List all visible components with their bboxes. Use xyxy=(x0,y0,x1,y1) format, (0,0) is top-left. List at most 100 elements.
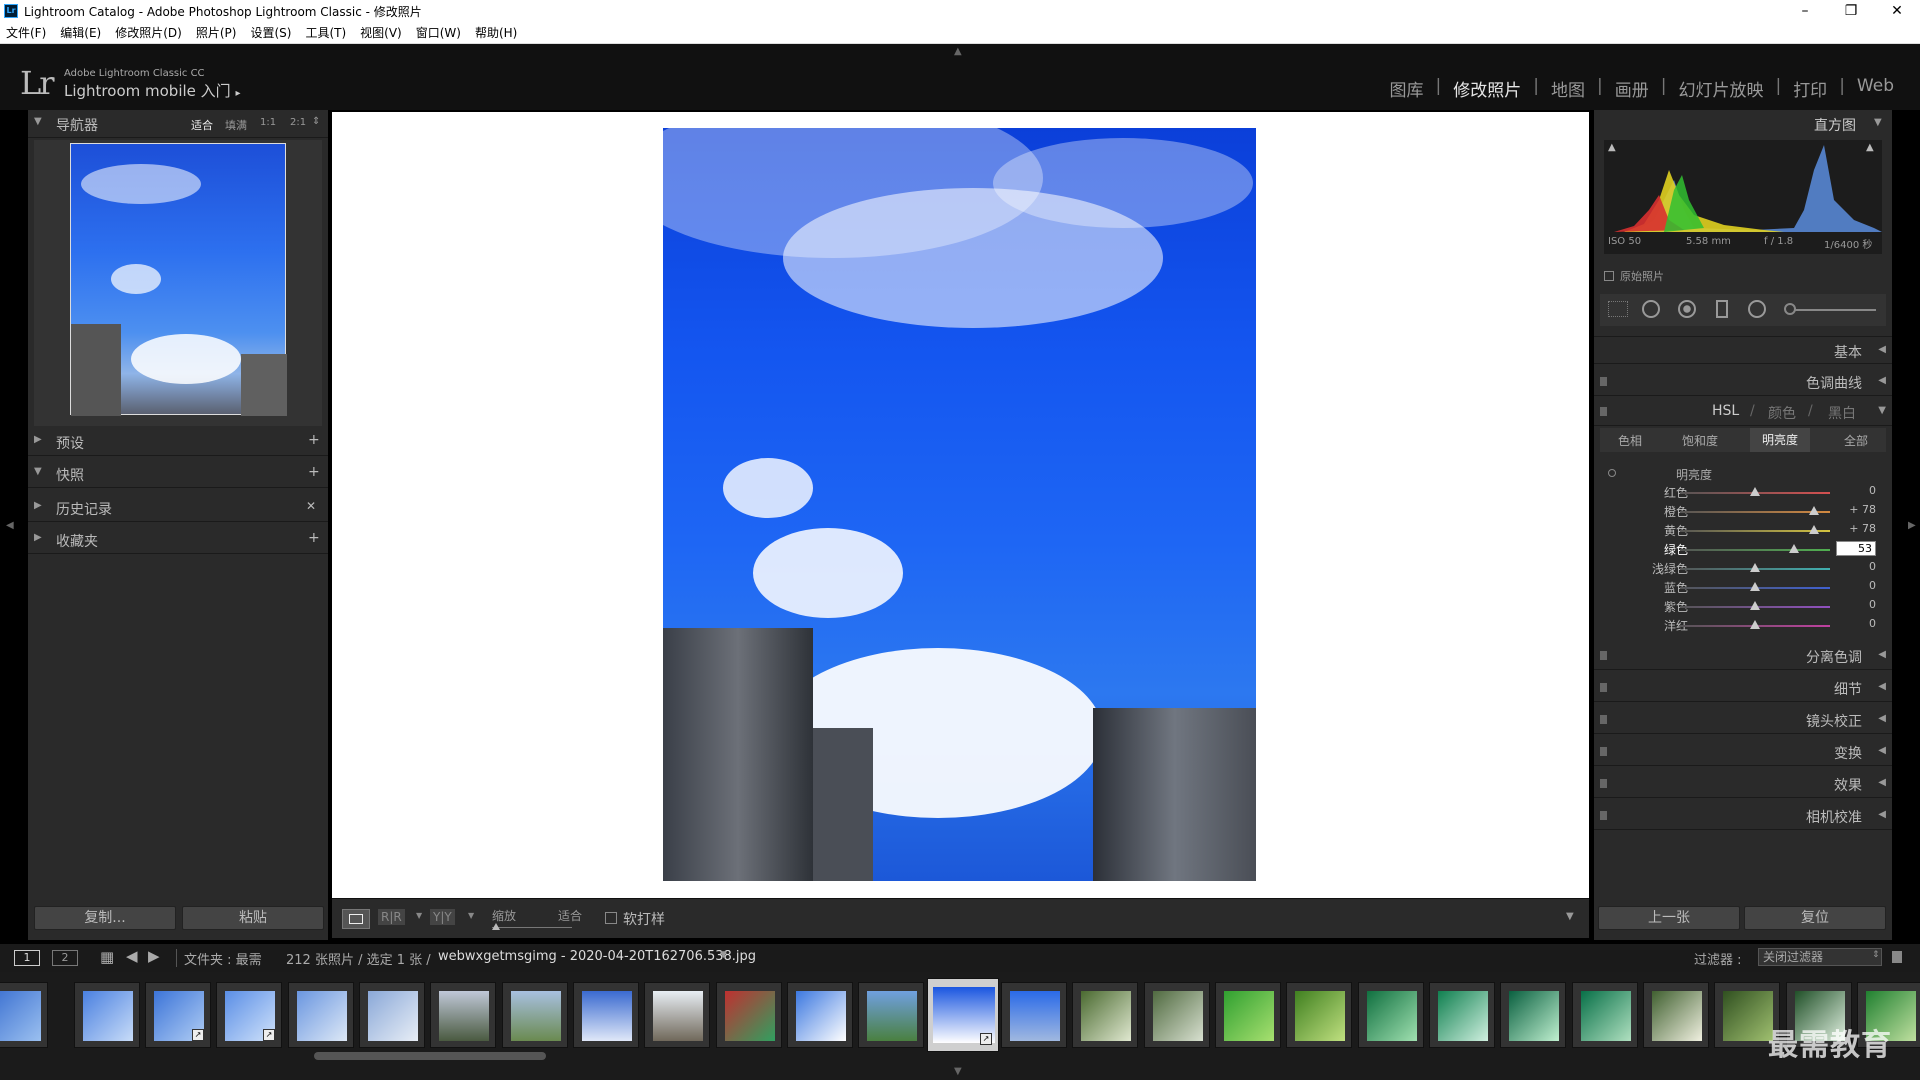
navigator-header[interactable]: ▼ 导航器 适合 填满 1:1 2:1 ⇕ xyxy=(28,110,328,138)
subtab-hue[interactable]: 色相 xyxy=(1618,432,1642,449)
zoom-slider-track[interactable] xyxy=(492,927,572,928)
reset-button[interactable]: 复位 xyxy=(1744,906,1886,930)
hsl-tab[interactable]: HSL xyxy=(1712,403,1739,419)
slider-knob[interactable] xyxy=(1808,525,1819,534)
module-print[interactable]: 打印 xyxy=(1781,76,1839,101)
slider-knob[interactable] xyxy=(1750,487,1760,496)
collections-panel-header[interactable]: ▶ 收藏夹 + xyxy=(28,526,328,554)
filmstrip-thumbnail[interactable] xyxy=(502,982,568,1048)
shadow-clipping-icon[interactable]: ▲ xyxy=(1608,142,1616,153)
hsl-slider-row[interactable]: 红色 0 xyxy=(1594,484,1892,502)
add-collection-icon[interactable]: + xyxy=(308,530,320,546)
red-eye-icon[interactable] xyxy=(1678,300,1696,318)
menu-edit[interactable]: 编辑(E) xyxy=(60,24,101,41)
zoom-1-1[interactable]: 1:1 xyxy=(260,117,276,128)
panel-switch-icon[interactable] xyxy=(1600,377,1607,386)
filmstrip-thumbnail[interactable]: ↗ xyxy=(145,982,211,1048)
filmstrip-scrollbar[interactable] xyxy=(314,1052,546,1060)
filmstrip-thumbnail[interactable] xyxy=(1358,982,1424,1048)
hsl-slider-row[interactable]: 洋红 0 xyxy=(1594,617,1892,635)
filmstrip-thumbnail[interactable]: ↗ xyxy=(216,982,282,1048)
slider-value[interactable]: + 78 xyxy=(1836,522,1876,535)
slider-value[interactable]: + 78 xyxy=(1836,503,1876,516)
hsl-panel-header[interactable]: HSL / 颜色 / 黑白 ▼ xyxy=(1594,398,1892,426)
bw-tab[interactable]: 黑白 xyxy=(1828,403,1856,423)
grid-view-icon[interactable]: ▦ xyxy=(100,948,114,966)
panel-switch-icon[interactable] xyxy=(1600,683,1607,692)
slider-knob[interactable] xyxy=(1750,601,1760,610)
before-after-lr-button[interactable]: R|R xyxy=(378,909,405,925)
original-photo-checkbox[interactable] xyxy=(1604,271,1614,281)
histogram-header[interactable]: 直方图 ▼ xyxy=(1594,110,1892,138)
history-panel-header[interactable]: ▶ 历史记录 ✕ xyxy=(28,494,328,522)
filmstrip-thumbnail[interactable] xyxy=(1643,982,1709,1048)
spot-removal-icon[interactable] xyxy=(1642,300,1660,318)
slider-value[interactable]: 53 xyxy=(1836,541,1876,556)
copy-settings-button[interactable]: 复制... xyxy=(34,906,176,930)
add-preset-icon[interactable]: + xyxy=(308,432,320,448)
collapse-bottom-icon[interactable]: ▼ xyxy=(954,1066,962,1077)
filmstrip-thumbnail[interactable]: ↗ xyxy=(927,978,999,1052)
folder-label[interactable]: 文件夹 : 最需 xyxy=(184,949,262,968)
hsl-slider-row[interactable]: 橙色 + 78 xyxy=(1594,503,1892,521)
filmstrip-thumbnail[interactable] xyxy=(0,982,48,1048)
module-map[interactable]: 地图 xyxy=(1539,76,1597,101)
dropdown-icon[interactable]: ▼ xyxy=(416,911,422,920)
hsl-slider-row[interactable]: 浅绿色 0 xyxy=(1594,560,1892,578)
filmstrip-thumbnail[interactable] xyxy=(74,982,140,1048)
subtab-luminance[interactable]: 明亮度 xyxy=(1750,428,1811,452)
slider-knob[interactable] xyxy=(1750,582,1760,591)
right-panel-header[interactable]: 细节 ◀ xyxy=(1594,674,1892,702)
panel-switch-icon[interactable] xyxy=(1600,779,1607,788)
slider-knob[interactable] xyxy=(1789,544,1799,553)
menu-view[interactable]: 视图(V) xyxy=(360,24,402,41)
slider-track[interactable] xyxy=(1680,530,1830,532)
menu-settings[interactable]: 设置(S) xyxy=(250,24,291,41)
slider-value[interactable]: 0 xyxy=(1836,598,1876,611)
softproof-checkbox[interactable] xyxy=(605,912,617,924)
module-slideshow[interactable]: 幻灯片放映 xyxy=(1666,76,1775,101)
presets-panel-header[interactable]: ▶ 预设 + xyxy=(28,428,328,456)
slider-value[interactable]: 0 xyxy=(1836,484,1876,497)
filmstrip-thumbnail[interactable] xyxy=(430,982,496,1048)
filmstrip-thumbnail[interactable] xyxy=(1286,982,1352,1048)
right-panel-header[interactable]: 变换 ◀ xyxy=(1594,738,1892,766)
zoom-fit[interactable]: 适合 xyxy=(191,117,213,133)
filmstrip-thumbnail[interactable] xyxy=(288,982,354,1048)
filmstrip-thumbnail[interactable] xyxy=(573,982,639,1048)
hsl-slider-row[interactable]: 蓝色 0 xyxy=(1594,579,1892,597)
collapse-left-icon[interactable]: ◀ xyxy=(6,520,14,531)
filmstrip-thumbnail[interactable] xyxy=(1144,982,1210,1048)
slider-knob[interactable] xyxy=(1750,563,1760,572)
slider-knob[interactable] xyxy=(1750,620,1760,629)
lightroom-mobile-link[interactable]: Lightroom mobile 入门 ▸ xyxy=(64,80,240,101)
module-library[interactable]: 图库 xyxy=(1378,76,1436,101)
right-panel-header[interactable]: 效果 ◀ xyxy=(1594,770,1892,798)
panel-switch-icon[interactable] xyxy=(1600,715,1607,724)
filmstrip-thumbnail[interactable] xyxy=(716,982,782,1048)
panel-switch-icon[interactable] xyxy=(1600,747,1607,756)
crop-overlay-icon[interactable] xyxy=(1608,301,1628,317)
subtab-saturation[interactable]: 饱和度 xyxy=(1682,432,1718,449)
dropdown-icon[interactable]: ▼ xyxy=(720,950,727,960)
paste-settings-button[interactable]: 粘贴 xyxy=(182,906,324,930)
zoom-stepper-icon[interactable]: ⇕ xyxy=(312,116,320,127)
slider-track[interactable] xyxy=(1680,549,1830,551)
menu-photo[interactable]: 照片(P) xyxy=(196,24,237,41)
filmstrip-thumbnail[interactable] xyxy=(359,982,425,1048)
filmstrip-thumbnail[interactable] xyxy=(1429,982,1495,1048)
zoom-fill[interactable]: 填满 xyxy=(225,117,247,133)
filmstrip-thumbnail[interactable] xyxy=(1001,982,1067,1048)
filter-dropdown[interactable]: 关闭过滤器 xyxy=(1758,948,1882,966)
slider-value[interactable]: 0 xyxy=(1836,579,1876,592)
adjustment-brush-icon[interactable] xyxy=(1786,309,1876,311)
menu-window[interactable]: 窗口(W) xyxy=(416,24,461,41)
hsl-slider-row[interactable]: 紫色 0 xyxy=(1594,598,1892,616)
loupe-view-icon[interactable] xyxy=(342,909,370,929)
before-after-tb-button[interactable]: Y|Y xyxy=(430,909,455,925)
clear-history-icon[interactable]: ✕ xyxy=(306,499,316,513)
module-book[interactable]: 画册 xyxy=(1603,76,1661,101)
previous-button[interactable]: 上一张 xyxy=(1598,906,1740,930)
basic-panel-header[interactable]: 基本 ◀ xyxy=(1594,336,1892,364)
right-panel-header[interactable]: 镜头校正 ◀ xyxy=(1594,706,1892,734)
